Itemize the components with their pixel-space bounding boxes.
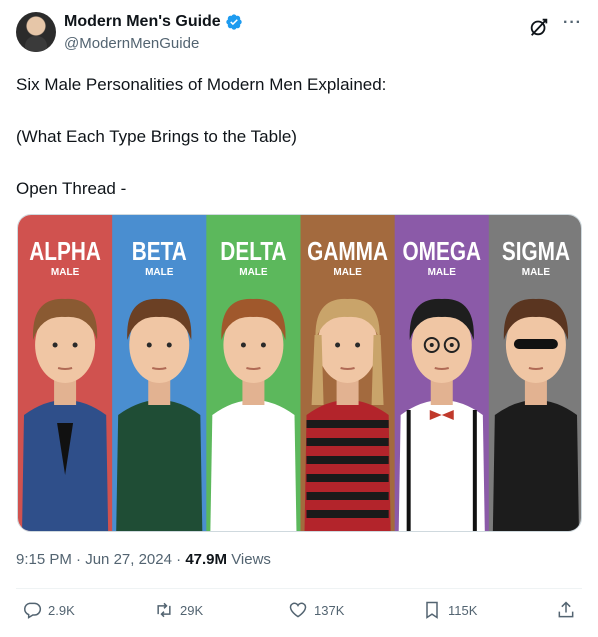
- figure-suspender: [472, 410, 477, 531]
- panel-subtitle: MALE: [239, 267, 268, 278]
- author-display-name[interactable]: Modern Men's Guide: [64, 13, 221, 31]
- figure-mouth: [57, 367, 73, 370]
- figure-mouth: [246, 367, 261, 370]
- panel-title: DELTA: [220, 237, 286, 266]
- like-count: 137K: [314, 602, 345, 618]
- panel-subtitle: MALE: [522, 267, 551, 278]
- panel-gamma: GAMMAMALE: [300, 215, 396, 531]
- figure-mouth: [528, 367, 544, 370]
- meta-separator: ·: [171, 551, 186, 568]
- share-icon: [558, 601, 574, 618]
- tweet-text-line: Six Male Personalities of Modern Men Exp…: [16, 75, 387, 94]
- figure-suspender: [406, 410, 411, 531]
- panel-delta: DELTAMALE: [206, 215, 301, 531]
- reply-button[interactable]: 2.9K: [22, 600, 75, 620]
- figure-mouth: [151, 367, 167, 370]
- panel-title: OMEGA: [402, 237, 481, 266]
- shirt-stripe: [306, 492, 389, 500]
- shirt-stripe: [306, 438, 389, 446]
- figure-eye: [146, 342, 152, 348]
- sunglasses: [513, 339, 558, 349]
- retweet-icon: [157, 602, 171, 618]
- views-label: Views: [231, 551, 271, 568]
- tweet-text: Six Male Personalities of Modern Men Exp…: [16, 72, 582, 202]
- tweet-date[interactable]: Jun 27, 2024: [85, 551, 172, 568]
- tweet-meta: 9:15 PM · Jun 27, 2024 · 47.9M Views: [16, 551, 271, 568]
- panel-title: SIGMA: [502, 237, 570, 266]
- personality-illustration: ALPHAMALEBETAMALEDELTAMALEGAMMAMALEOMEGA…: [18, 215, 581, 531]
- panel-sigma: SIGMAMALE: [488, 215, 581, 531]
- grok-icon[interactable]: [528, 16, 550, 38]
- panel-title: BETA: [132, 237, 187, 266]
- shirt-stripe: [306, 474, 389, 482]
- verified-badge-icon: [226, 14, 242, 30]
- figure-body: [116, 400, 203, 531]
- figure-eye: [260, 342, 266, 348]
- figure-mouth: [434, 367, 450, 370]
- figure-eye: [335, 342, 341, 348]
- share-button[interactable]: [556, 600, 576, 620]
- figure-eye: [429, 343, 434, 347]
- more-icon[interactable]: ···: [563, 14, 582, 32]
- meta-separator: ·: [71, 551, 86, 568]
- action-bar: 2.9K 29K 137K 115K: [16, 596, 582, 628]
- tweet-text-line: Open Thread -: [16, 179, 127, 198]
- author-handle[interactable]: @ModernMenGuide: [64, 35, 199, 52]
- tweet-header: Modern Men's Guide @ModernMenGuide ···: [16, 12, 582, 56]
- figure-eye: [166, 342, 172, 348]
- figure-body: [492, 400, 579, 531]
- panel-subtitle: MALE: [428, 267, 457, 278]
- figure-eye: [72, 342, 78, 348]
- panel-alpha: ALPHAMALE: [18, 215, 113, 531]
- retweet-count: 29K: [180, 602, 204, 618]
- tweet-time[interactable]: 9:15 PM: [16, 551, 72, 568]
- bookmark-button[interactable]: 115K: [422, 600, 477, 620]
- panel-title: GAMMA: [307, 237, 388, 266]
- tweet-text-line: [16, 150, 582, 176]
- like-icon: [289, 602, 307, 618]
- shirt-stripe: [306, 510, 389, 518]
- figure-body: [398, 400, 485, 531]
- author-name-row: Modern Men's Guide: [64, 13, 243, 31]
- like-button[interactable]: 137K: [288, 600, 344, 620]
- tweet-media-image[interactable]: ALPHA MALE BETA MALE DELTA MALE GAMMA MALE OMEGA…: [17, 214, 582, 532]
- panel-subtitle: MALE: [145, 267, 174, 278]
- figure-body: [210, 400, 297, 531]
- shirt-stripe: [306, 456, 389, 464]
- figure-eye: [449, 343, 454, 347]
- views-count: 47.9M: [185, 551, 228, 568]
- retweet-button[interactable]: 29K: [154, 600, 203, 620]
- panel-subtitle: MALE: [51, 267, 80, 278]
- tweet-text-line: (What Each Type Brings to the Table): [16, 127, 297, 146]
- avatar[interactable]: [16, 12, 56, 52]
- divider: [16, 588, 582, 589]
- shirt-stripe: [306, 420, 389, 428]
- panel-subtitle: MALE: [333, 267, 362, 278]
- figure-eye: [52, 342, 58, 348]
- bookmark-icon: [426, 601, 438, 619]
- figure-mouth: [340, 367, 355, 370]
- figure-eye: [240, 342, 246, 348]
- panel-omega: OMEGAMALE: [394, 215, 490, 531]
- bookmark-count: 115K: [448, 602, 478, 618]
- figure-eye: [355, 342, 361, 348]
- panel-title: ALPHA: [29, 237, 101, 266]
- reply-count: 2.9K: [48, 602, 75, 618]
- panel-beta: BETAMALE: [112, 215, 207, 531]
- reply-icon: [24, 602, 42, 619]
- tweet-text-line: [16, 98, 582, 124]
